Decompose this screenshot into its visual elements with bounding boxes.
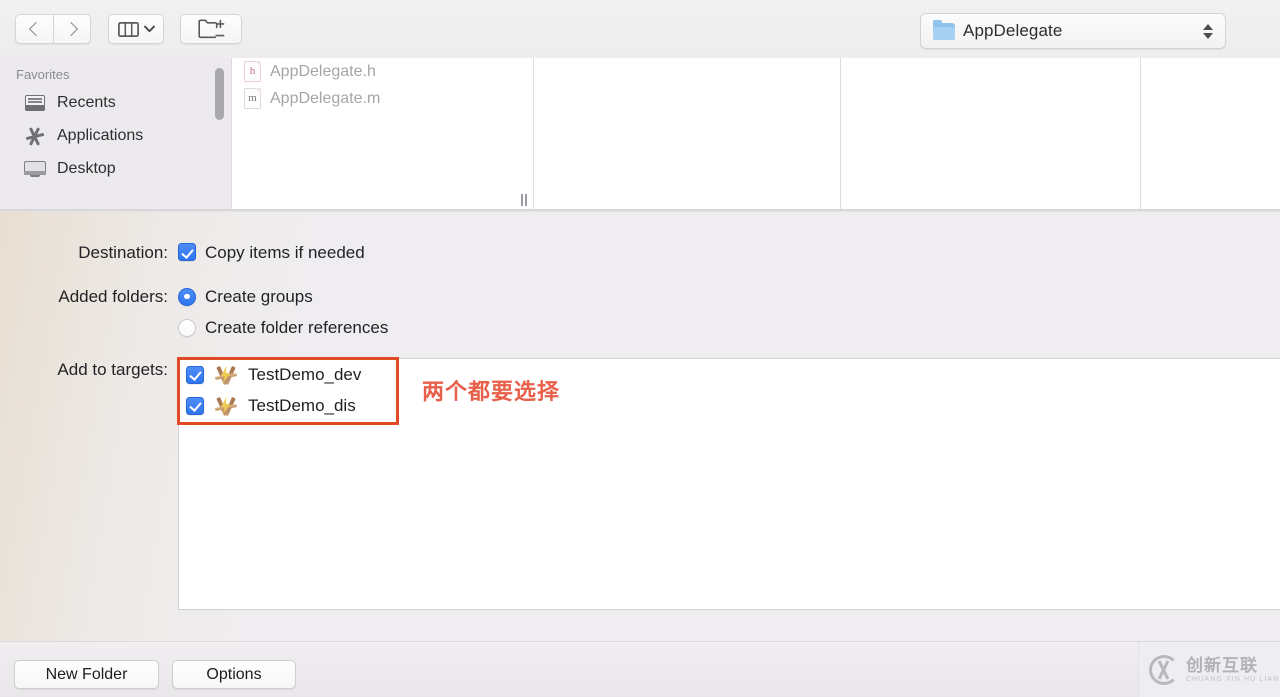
watermark-en: CHUANG XIN HU LIAN [1186,675,1280,683]
chevron-right-icon [63,21,78,37]
new-folder-toolbar-button[interactable] [180,14,242,44]
create-folder-references-option[interactable]: Create folder references [178,318,388,337]
forward-button[interactable] [53,14,91,44]
target-row[interactable]: TestDemo_dis [179,390,1280,421]
watermark-cn: 创新互联 [1186,655,1258,675]
chevron-down-icon [143,25,155,33]
dialog-footer: New Folder Options [0,641,1280,697]
folder-icon [933,20,955,40]
options-button[interactable]: Options [172,660,296,689]
target-row[interactable]: TestDemo_dev [179,359,1280,390]
sidebar-item-label: Recents [57,93,116,111]
added-folders-radio-group: Create groups Create folder references [178,287,388,337]
sidebar-item-label: Applications [57,126,144,144]
added-folders-label: Added folders: [58,287,168,306]
add-to-targets-label: Add to targets: [57,360,168,379]
target-checkbox[interactable] [186,396,204,415]
finder-add-files-dialog: AppDelegate Favorites Recents Applicatio… [0,0,1280,697]
add-to-targets-row: Add to targets: [0,360,178,380]
nav-segmented-control [15,14,91,44]
objc-file-icon: m [244,88,261,109]
browser-column-3[interactable] [841,58,1141,211]
new-folder-group [180,14,242,44]
list-item[interactable]: m AppDelegate.m [232,85,533,112]
file-name: AppDelegate.m [270,89,381,107]
list-item[interactable]: h AppDelegate.h [232,58,533,85]
copy-items-label: Copy items if needed [205,243,365,262]
xcode-target-icon [213,364,239,386]
target-name: TestDemo_dis [248,395,356,415]
file-badge-letter: m [248,92,257,104]
sidebar-item-label: Desktop [57,159,116,177]
create-groups-option[interactable]: Create groups [178,287,388,306]
stepper-updown-icon [1203,23,1217,39]
sidebar-section-favorites: Favorites [16,67,70,82]
sidebar-item-desktop[interactable]: Desktop [0,152,231,185]
destination-label: Destination: [78,243,168,262]
desktop-icon [24,159,46,179]
file-name: AppDelegate.h [270,62,376,80]
back-button[interactable] [15,14,53,44]
new-folder-button[interactable]: New Folder [14,660,159,689]
new-folder-icon [197,19,224,39]
browser-column-1[interactable]: h AppDelegate.h m AppDelegate.m [232,58,534,211]
copy-items-checkbox[interactable] [178,243,196,261]
watermark-text: 创新互联 CHUANG XIN HU LIAN [1186,656,1279,684]
added-folders-row: Added folders: Create groups Create fold… [0,287,460,337]
toolbar: AppDelegate [0,0,1280,58]
sidebar-scrollbar[interactable] [215,68,224,120]
annotation-text: 两个都要选择 [422,379,561,404]
applications-icon [24,126,46,146]
browser-column-2[interactable] [534,58,841,211]
column-resize-handle[interactable] [521,194,527,206]
column-view-button[interactable] [108,14,164,44]
file-badge-letter: h [249,65,256,77]
xcode-target-icon [213,395,239,417]
create-folder-references-radio[interactable] [178,318,196,337]
sidebar: Favorites Recents Applications Desktop [0,58,232,211]
target-checkbox[interactable] [186,365,204,384]
destination-row: Destination: Copy items if needed [0,243,400,263]
cx-logo-icon [1149,654,1179,685]
create-groups-radio[interactable] [178,287,196,306]
sidebar-item-applications[interactable]: Applications [0,119,231,152]
header-file-icon: h [244,61,261,82]
create-groups-label: Create groups [205,287,313,306]
create-folder-references-label: Create folder references [205,318,389,337]
path-popup-button[interactable]: AppDelegate [920,13,1226,49]
recents-icon [24,93,46,113]
watermark: 创新互联 CHUANG XIN HU LIAN [1138,642,1280,697]
browser-column-4[interactable] [1141,58,1280,211]
column-view-icon [117,21,139,37]
path-label: AppDelegate [963,21,1063,40]
view-options-group [108,14,164,44]
target-name: TestDemo_dev [248,364,362,384]
sidebar-item-recents[interactable]: Recents [0,86,231,119]
chevron-left-icon [28,21,44,37]
targets-list[interactable]: TestDemo_dev TestDemo_dis [178,358,1280,610]
file-browser: Favorites Recents Applications Desktop h… [0,58,1280,211]
